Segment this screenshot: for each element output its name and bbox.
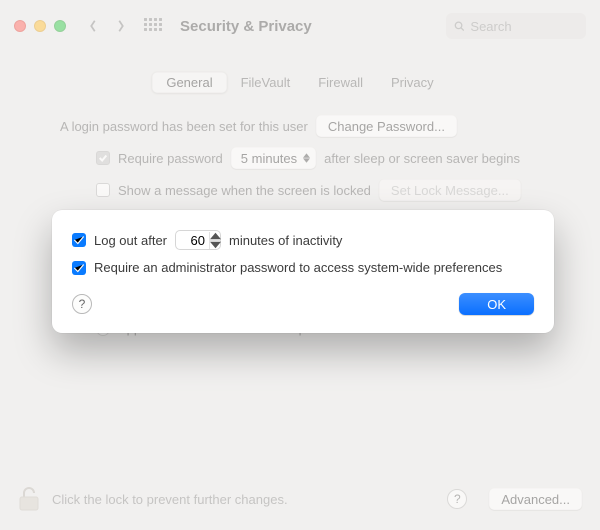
lock-icon[interactable] xyxy=(18,486,40,512)
require-password-delay-value: 5 minutes xyxy=(241,151,297,166)
chevron-left-icon xyxy=(88,19,98,33)
require-password-delay-select[interactable]: 5 minutes xyxy=(231,147,316,169)
admin-password-label: Require an administrator password to acc… xyxy=(94,260,502,275)
window-title: Security & Privacy xyxy=(180,18,312,35)
advanced-button[interactable]: Advanced... xyxy=(489,488,582,510)
help-button[interactable]: ? xyxy=(447,489,467,509)
tab-privacy[interactable]: Privacy xyxy=(377,72,448,93)
stepper-buttons[interactable] xyxy=(209,232,221,249)
select-arrows-icon xyxy=(303,153,310,163)
tabs: General FileVault Firewall Privacy xyxy=(0,72,600,93)
back-button[interactable] xyxy=(86,19,100,33)
require-password-checkbox[interactable]: Require password xyxy=(96,151,223,166)
stepper-down-icon xyxy=(210,241,221,249)
set-lock-message-button: Set Lock Message... xyxy=(379,179,521,201)
ok-button[interactable]: OK xyxy=(459,293,534,315)
check-icon xyxy=(72,233,86,247)
logout-minutes-stepper[interactable] xyxy=(175,230,221,250)
show-message-label: Show a message when the screen is locked xyxy=(118,183,371,198)
nav-buttons xyxy=(86,19,128,33)
require-password-rest: after sleep or screen saver begins xyxy=(324,151,520,166)
bottom-bar: Click the lock to prevent further change… xyxy=(0,472,600,530)
show-message-checkbox[interactable]: Show a message when the screen is locked xyxy=(96,183,371,198)
search-input[interactable] xyxy=(470,19,578,34)
advanced-sheet: Log out after minutes of inactivity Requ… xyxy=(52,210,554,333)
logout-minutes-input[interactable] xyxy=(175,233,209,248)
logout-after-pre: Log out after xyxy=(94,233,167,248)
search-icon xyxy=(454,20,464,32)
tab-firewall[interactable]: Firewall xyxy=(304,72,377,93)
traffic-lights xyxy=(14,20,66,32)
search-field[interactable] xyxy=(446,13,586,39)
logout-after-checkbox[interactable]: Log out after xyxy=(72,233,167,248)
logout-after-post: minutes of inactivity xyxy=(229,233,342,248)
sheet-help-button[interactable]: ? xyxy=(72,294,92,314)
lock-message: Click the lock to prevent further change… xyxy=(52,492,435,507)
chevron-right-icon xyxy=(116,19,126,33)
check-icon xyxy=(72,261,86,275)
zoom-window-button[interactable] xyxy=(54,20,66,32)
forward-button[interactable] xyxy=(114,19,128,33)
tab-filevault[interactable]: FileVault xyxy=(227,72,305,93)
require-password-label: Require password xyxy=(118,151,223,166)
close-window-button[interactable] xyxy=(14,20,26,32)
login-password-msg: A login password has been set for this u… xyxy=(60,119,308,134)
show-all-prefs-button[interactable] xyxy=(144,18,160,34)
window-toolbar: Security & Privacy xyxy=(0,0,600,52)
admin-password-checkbox[interactable]: Require an administrator password to acc… xyxy=(72,260,502,275)
tab-general[interactable]: General xyxy=(152,72,226,93)
check-icon xyxy=(98,153,108,163)
minimize-window-button[interactable] xyxy=(34,20,46,32)
stepper-up-icon xyxy=(210,232,221,240)
change-password-button[interactable]: Change Password... xyxy=(316,115,457,137)
